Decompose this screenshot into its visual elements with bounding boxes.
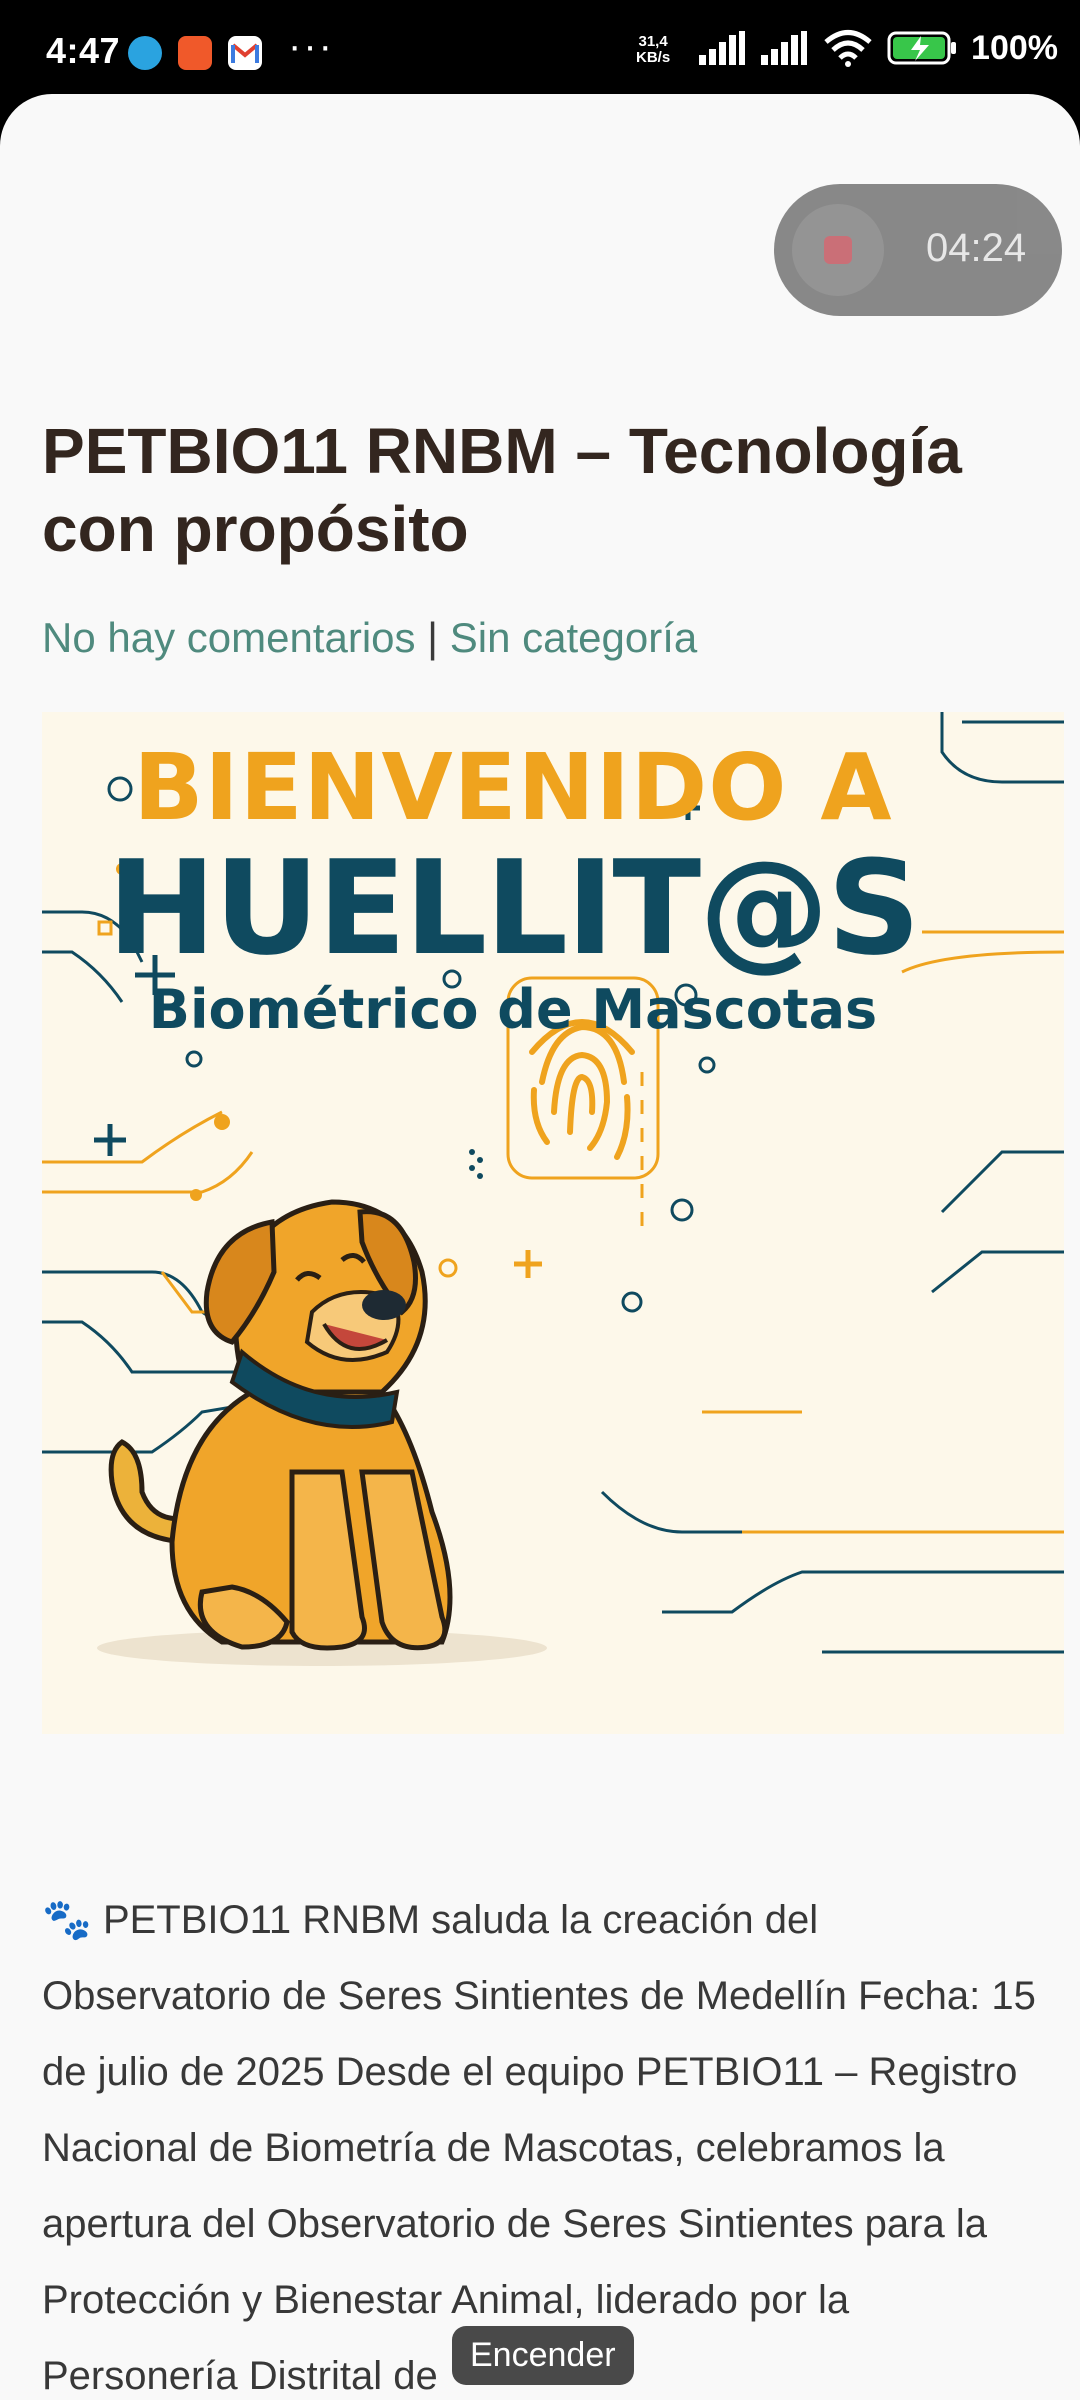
post-meta: No hay comentarios | Sin categoría	[42, 614, 697, 662]
network-speed-value: 31,4	[638, 33, 668, 50]
network-speed: 31,4 KB/s	[636, 34, 670, 66]
paw-prints-icon: 🐾	[42, 1898, 92, 1942]
comments-link[interactable]: No hay comentarios	[42, 614, 416, 661]
hero-welcome-text: BIENVENIDO A	[133, 734, 893, 841]
post-body: 🐾 PETBIO11 RNBM saluda la creación del O…	[42, 1882, 1052, 2400]
hero-brand-text: HUELLIT@S	[107, 832, 921, 984]
battery-percentage: 100%	[971, 28, 1058, 67]
status-time: 4:47	[46, 30, 121, 71]
battery-charging-icon	[887, 31, 957, 65]
more-notifications-icon: ···	[288, 24, 334, 68]
status-bar: 4:47 ··· 31,4 KB/s 100%	[0, 0, 1080, 96]
stop-icon	[824, 236, 852, 264]
hero-subtitle-text: Biométrico de Mascotas	[148, 978, 878, 1041]
signal-icon	[699, 31, 746, 65]
signal-2-icon	[761, 31, 808, 65]
video-recorder-icon	[178, 36, 212, 70]
gmail-icon	[228, 36, 262, 70]
network-speed-unit: KB/s	[636, 49, 671, 66]
featured-image[interactable]: BIENVENIDO A HUELLIT@S Biométrico de Mas…	[42, 712, 1064, 1734]
telegram-icon	[128, 36, 162, 70]
recorder-elapsed-time: 04:24	[926, 226, 1027, 270]
recorder-stop-button[interactable]	[792, 204, 884, 296]
meta-separator: |	[415, 614, 450, 661]
post-body-text: PETBIO11 RNBM saluda la creación del Obs…	[42, 1898, 1036, 2398]
wifi-icon	[824, 30, 872, 67]
post-title: PETBIO11 RNBM – Tecnología con propósito	[42, 415, 962, 565]
screen-recorder-pill[interactable]: 04:24	[774, 184, 1062, 316]
toast-message: Encender	[452, 2326, 634, 2385]
browser-page[interactable]: 04:24 PETBIO11 RNBM – Tecnología con pro…	[0, 94, 1080, 2400]
category-link[interactable]: Sin categoría	[450, 614, 698, 661]
